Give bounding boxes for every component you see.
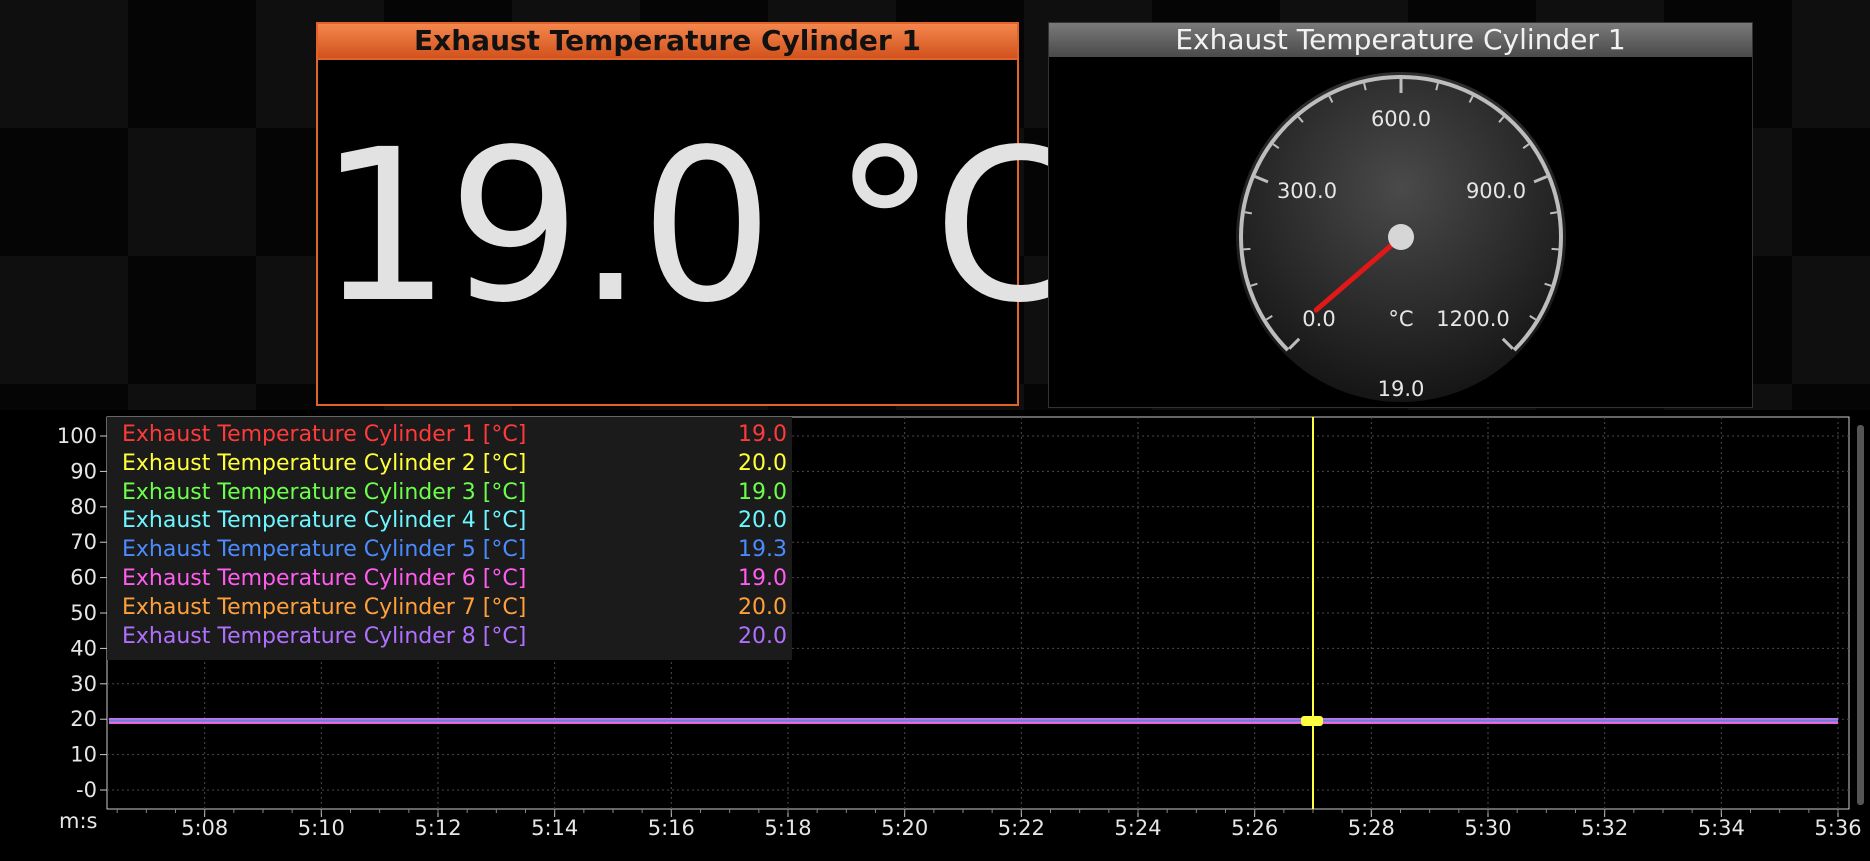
dial-minor-tick xyxy=(1551,247,1559,251)
x-tick-label: 5:24 xyxy=(1114,816,1161,840)
legend-item-value: 20.0 xyxy=(738,450,787,476)
legend-item[interactable]: Exhaust Temperature Cylinder 3 [°C] 19.0 xyxy=(122,479,792,507)
legend-item[interactable]: Exhaust Temperature Cylinder 7 [°C] 20.0 xyxy=(122,594,792,622)
legend-item-label: Exhaust Temperature Cylinder 4 [°C] xyxy=(122,508,527,534)
y-tick-label: 70 xyxy=(70,530,97,554)
y-tick-label: 30 xyxy=(70,672,97,696)
x-tick-label: 5:22 xyxy=(998,816,1045,840)
dial-minor-tick xyxy=(1549,211,1558,215)
legend-item-label: Exhaust Temperature Cylinder 7 [°C] xyxy=(122,594,527,620)
x-tick-label: 5:28 xyxy=(1348,816,1395,840)
y-tick-label: 60 xyxy=(70,566,97,590)
legend-item-value: 20.0 xyxy=(738,594,787,620)
legend-item-label: Exhaust Temperature Cylinder 5 [°C] xyxy=(122,537,527,563)
digital-value: 19.0 °C xyxy=(318,104,1080,349)
gauge-panel[interactable]: Exhaust Temperature Cylinder 1 0.0 300.0… xyxy=(1048,22,1753,408)
dial-gauge: 0.0 300.0 600.0 900.0 1200.0 °C 19.0 xyxy=(1236,72,1566,402)
legend-item-label: Exhaust Temperature Cylinder 1 [°C] xyxy=(122,422,527,447)
legend-item[interactable]: Exhaust Temperature Cylinder 6 [°C] 19.0 xyxy=(122,565,792,593)
legend-item-value: 20.0 xyxy=(738,508,787,534)
dial-tick-label: 300.0 xyxy=(1277,179,1337,203)
legend-item-label: Exhaust Temperature Cylinder 6 [°C] xyxy=(122,566,527,591)
legend-item-value: 19.3 xyxy=(738,537,787,563)
x-tick-label: 5:12 xyxy=(414,816,461,840)
y-tick-label: 50 xyxy=(70,601,97,625)
legend-item-value: 19.0 xyxy=(738,566,787,591)
dial-tick-label: 600.0 xyxy=(1371,107,1431,131)
x-tick-label: 5:32 xyxy=(1581,816,1628,840)
y-tick-label: -0 xyxy=(76,778,97,802)
dial-unit-label: °C xyxy=(1388,307,1413,331)
legend-item-value: 19.0 xyxy=(738,479,787,505)
dial-tick-label: 900.0 xyxy=(1466,179,1526,203)
legend-item-label: Exhaust Temperature Cylinder 2 [°C] xyxy=(122,450,527,476)
digital-display-panel[interactable]: Exhaust Temperature Cylinder 1 19.0 °C xyxy=(316,22,1080,406)
dial-hub xyxy=(1388,224,1414,250)
x-tick-label: 5:20 xyxy=(881,816,928,840)
legend-item[interactable]: Exhaust Temperature Cylinder 1 [°C] 19.0 xyxy=(122,421,792,449)
y-tick-label: 80 xyxy=(70,495,97,519)
x-tick-label: 5:14 xyxy=(531,816,578,840)
x-tick-label: 5:36 xyxy=(1814,816,1861,840)
time-cursor-handle[interactable] xyxy=(1301,715,1323,726)
legend-item-value: 19.0 xyxy=(738,422,787,447)
x-tick-label: 5:26 xyxy=(1231,816,1278,840)
legend-item[interactable]: Exhaust Temperature Cylinder 2 [°C] 20.0 xyxy=(122,450,792,478)
legend-item[interactable]: Exhaust Temperature Cylinder 4 [°C] 20.0 xyxy=(122,507,792,535)
x-axis-unit-label: m:s xyxy=(59,809,97,833)
x-tick-label: 5:16 xyxy=(648,816,695,840)
dial-value-readout: 19.0 xyxy=(1378,377,1425,401)
x-tick-label: 5:08 xyxy=(181,816,228,840)
x-tick-label: 5:10 xyxy=(298,816,345,840)
y-tick-label: 20 xyxy=(70,707,97,731)
x-tick-label: 5:18 xyxy=(764,816,811,840)
chart-series xyxy=(109,718,1838,724)
y-tick-label: 90 xyxy=(70,459,97,483)
digital-panel-title: Exhaust Temperature Cylinder 1 xyxy=(318,24,1017,60)
legend-item[interactable]: Exhaust Temperature Cylinder 5 [°C] 19.3 xyxy=(122,536,792,564)
scrollbar[interactable] xyxy=(1857,425,1864,805)
dial-tick-label: 1200.0 xyxy=(1436,307,1509,331)
dial-minor-tick xyxy=(1244,211,1253,215)
y-tick-label: 100 xyxy=(57,424,97,448)
legend-item-label: Exhaust Temperature Cylinder 8 [°C] xyxy=(122,623,527,649)
chart-legend: Exhaust Temperature Cylinder 1 [°C] 19.0 E… xyxy=(107,417,792,660)
x-tick-label: 5:30 xyxy=(1464,816,1511,840)
x-tick-label: 5:34 xyxy=(1698,816,1745,840)
dial-minor-tick xyxy=(1243,247,1251,251)
y-tick-label: 10 xyxy=(70,743,97,767)
legend-item-value: 20.0 xyxy=(738,623,787,649)
legend-item[interactable]: Exhaust Temperature Cylinder 8 [°C] 20.0 xyxy=(122,623,792,651)
y-tick-label: 40 xyxy=(70,636,97,660)
legend-item-label: Exhaust Temperature Cylinder 3 [°C] xyxy=(122,479,527,505)
trend-chart-panel[interactable]: 100 90 80 70 60 50 40 30 20 10 -0 5:08 5:10 5:12 5:14… xyxy=(0,410,1870,861)
